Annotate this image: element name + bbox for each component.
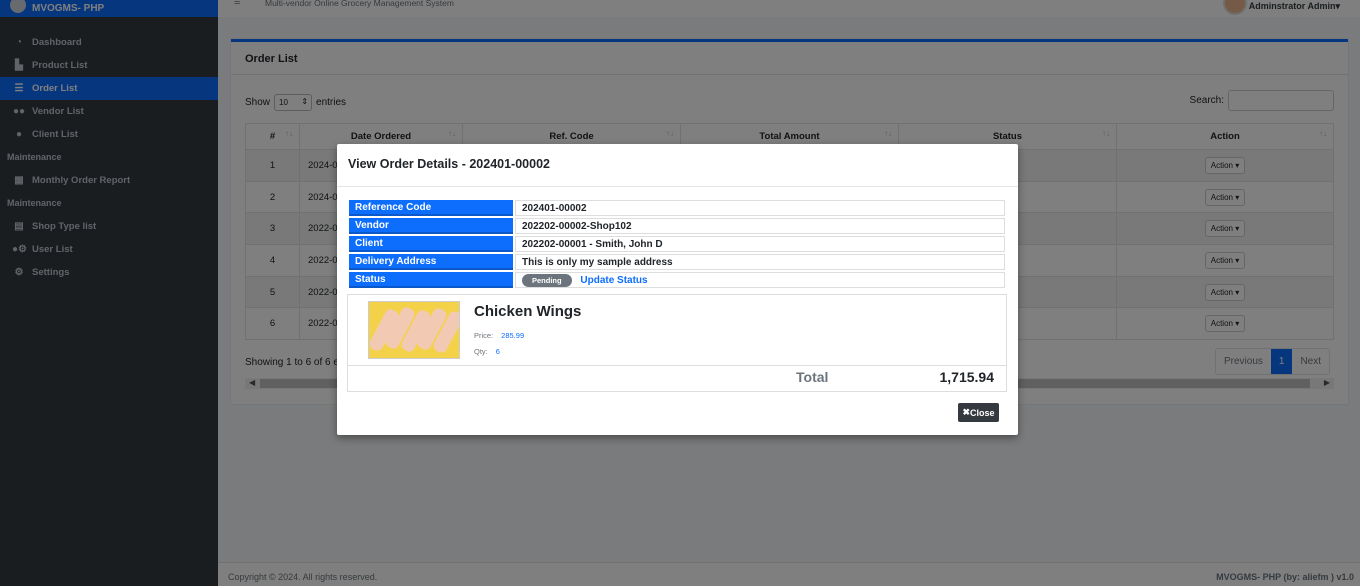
modal-title: View Order Details - 202401-00002 <box>348 157 550 171</box>
detail-value: Pending Update Status <box>515 272 1005 288</box>
detail-row: Status Pending Update Status <box>349 272 1005 288</box>
total-row: Total 1,715.94 <box>348 365 1006 392</box>
product-image <box>368 301 460 359</box>
product-name: Chicken Wings <box>474 303 582 320</box>
order-details-table: Reference Code 202401-00002 Vendor 20220… <box>347 198 1007 290</box>
detail-row: Client 202202-00001 - Smith, John D <box>349 236 1005 252</box>
detail-key: Vendor <box>349 218 513 234</box>
close-button[interactable]: ✖ Close <box>958 403 999 422</box>
detail-key: Delivery Address <box>349 254 513 270</box>
close-icon: ✖ <box>962 407 971 417</box>
detail-value: This is only my sample address <box>515 254 1005 270</box>
detail-row: Delivery Address This is only my sample … <box>349 254 1005 270</box>
product-qty: Qty: 6 <box>474 347 500 356</box>
status-badge: Pending <box>522 273 572 287</box>
update-status-link[interactable]: Update Status <box>580 275 647 286</box>
product-price: Price: 285.99 <box>474 331 525 340</box>
detail-value: 202202-00002-Shop102 <box>515 218 1005 234</box>
detail-row: Reference Code 202401-00002 <box>349 200 1005 216</box>
total-label: Total <box>796 369 829 385</box>
detail-value: 202202-00001 - Smith, John D <box>515 236 1005 252</box>
detail-key: Status <box>349 272 513 288</box>
total-amount: 1,715.94 <box>939 369 995 385</box>
order-item: Chicken Wings Price: 285.99 Qty: 6 Total 1… <box>347 294 1007 392</box>
order-details-modal: View Order Details - 202401-00002 Refere… <box>337 144 1018 435</box>
detail-value: 202401-00002 <box>515 200 1005 216</box>
detail-row: Vendor 202202-00002-Shop102 <box>349 218 1005 234</box>
detail-key: Client <box>349 236 513 252</box>
detail-key: Reference Code <box>349 200 513 216</box>
divider <box>337 186 1018 187</box>
